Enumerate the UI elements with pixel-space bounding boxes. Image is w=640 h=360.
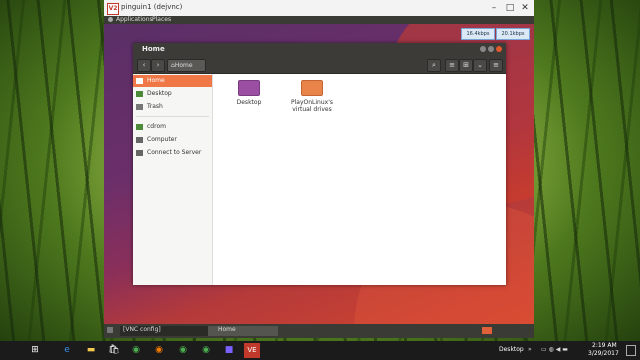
view-options-button[interactable]: ⌄: [473, 59, 487, 72]
sidebar-item-cdrom[interactable]: cdrom: [133, 121, 212, 133]
store-taskbar-icon[interactable]: 🛍: [106, 343, 122, 358]
chevron-down-icon: ⌄: [477, 61, 483, 69]
windows-logo-icon: ⊞: [31, 345, 39, 355]
trash-icon: [136, 103, 143, 110]
menu-button[interactable]: ≡: [489, 59, 503, 72]
drive-icon: [136, 123, 143, 130]
menu-icon: [108, 17, 113, 22]
clock-date[interactable]: 3/29/2017: [588, 350, 619, 357]
file-manager-toolbar: ‹ › ⌂Home ⌕ ≡ ⊞ ⌄ ≡: [133, 56, 506, 74]
app-taskbar-icon[interactable]: ■: [221, 343, 237, 358]
vnc-titlebar: V2 pinguin1 (dejvnc) – □ ✕: [104, 0, 534, 17]
show-desktop-icon[interactable]: [107, 327, 113, 333]
computer-icon: [136, 136, 143, 143]
sidebar-item-computer[interactable]: Computer: [133, 134, 212, 146]
applications-menu[interactable]: Applications: [116, 16, 153, 23]
forward-button[interactable]: ›: [151, 59, 165, 72]
list-icon: ≡: [449, 61, 455, 69]
workspace-switcher[interactable]: [482, 327, 492, 334]
linux-bottom-panel: [VNC config] Home: [104, 324, 534, 338]
start-button[interactable]: ⊞: [27, 343, 43, 358]
firefox-taskbar-icon[interactable]: ◉: [151, 343, 167, 358]
grid-view-button[interactable]: ⊞: [459, 59, 473, 72]
chrome2-taskbar-icon[interactable]: ◉: [175, 343, 191, 358]
tray-icons[interactable]: ▭ ◍ ◀ ▬: [541, 346, 568, 353]
vnc-app-icon: V2: [107, 3, 119, 15]
windows-taskbar: ⊞ e ▬ 🛍 ◉ ◉ ◉ ◉ ■ VE Desktop » ▭ ◍ ◀ ▬ 2…: [0, 341, 640, 360]
server-icon: [136, 149, 143, 156]
vnc-taskbar-icon[interactable]: VE: [244, 343, 260, 358]
sidebar: Home Desktop Trash cdrom Computer Connec…: [133, 74, 213, 285]
chrome3-taskbar-icon[interactable]: ◉: [198, 343, 214, 358]
home-icon: [136, 77, 143, 84]
clock-time[interactable]: 2:19 AM: [592, 342, 617, 349]
file-area: Desktop PlayOnLinux's virtual drives: [213, 74, 506, 285]
minimize-button[interactable]: [480, 46, 486, 52]
window-title: Home: [142, 45, 165, 53]
panel-task-vnc-config[interactable]: [VNC config]: [120, 326, 213, 336]
file-playonlinux[interactable]: PlayOnLinux's virtual drives: [282, 80, 342, 113]
file-manager-window: Home ‹ › ⌂Home ⌕ ≡ ⊞ ⌄ ≡ Home Desktop Tr…: [133, 43, 506, 285]
sidebar-item-connect-server[interactable]: Connect to Server: [133, 147, 212, 159]
desktop-toolbar[interactable]: Desktop: [499, 346, 524, 353]
explorer-taskbar-icon[interactable]: ▬: [83, 343, 99, 358]
file-manager-titlebar: Home: [133, 43, 506, 56]
list-view-button[interactable]: ≡: [445, 59, 459, 72]
search-icon: ⌕: [432, 61, 436, 69]
close-button[interactable]: ✕: [519, 2, 531, 14]
speed-badge-in: 16.4kbps: [461, 28, 495, 40]
minimize-button[interactable]: –: [488, 2, 500, 14]
file-desktop[interactable]: Desktop: [219, 80, 279, 106]
sidebar-item-home[interactable]: Home: [133, 75, 212, 87]
panel-task-home[interactable]: Home: [208, 326, 278, 336]
chrome-taskbar-icon[interactable]: ◉: [128, 343, 144, 358]
grid-icon: ⊞: [463, 61, 469, 69]
folder-icon: [301, 80, 323, 96]
speed-badge-out: 20.1kbps: [496, 28, 530, 40]
sidebar-divider: [136, 116, 209, 117]
sidebar-item-desktop[interactable]: Desktop: [133, 88, 212, 100]
linux-top-panel: Applications Places: [104, 16, 534, 24]
action-center-icon[interactable]: [626, 345, 636, 356]
places-menu[interactable]: Places: [152, 16, 171, 23]
folder-icon: [238, 80, 260, 96]
edge-taskbar-icon[interactable]: e: [59, 343, 75, 358]
hamburger-icon: ≡: [493, 61, 499, 69]
back-button[interactable]: ‹: [137, 59, 151, 72]
maximize-button[interactable]: □: [504, 2, 516, 14]
maximize-button[interactable]: [488, 46, 494, 52]
tray-expand-icon[interactable]: »: [528, 346, 532, 353]
sidebar-item-trash[interactable]: Trash: [133, 101, 212, 113]
close-button[interactable]: [496, 46, 502, 52]
desktop-icon: [136, 90, 143, 97]
vnc-window-title: pinguin1 (dejvnc): [121, 3, 183, 11]
path-home-button[interactable]: ⌂Home: [167, 59, 206, 72]
search-button[interactable]: ⌕: [427, 59, 441, 72]
